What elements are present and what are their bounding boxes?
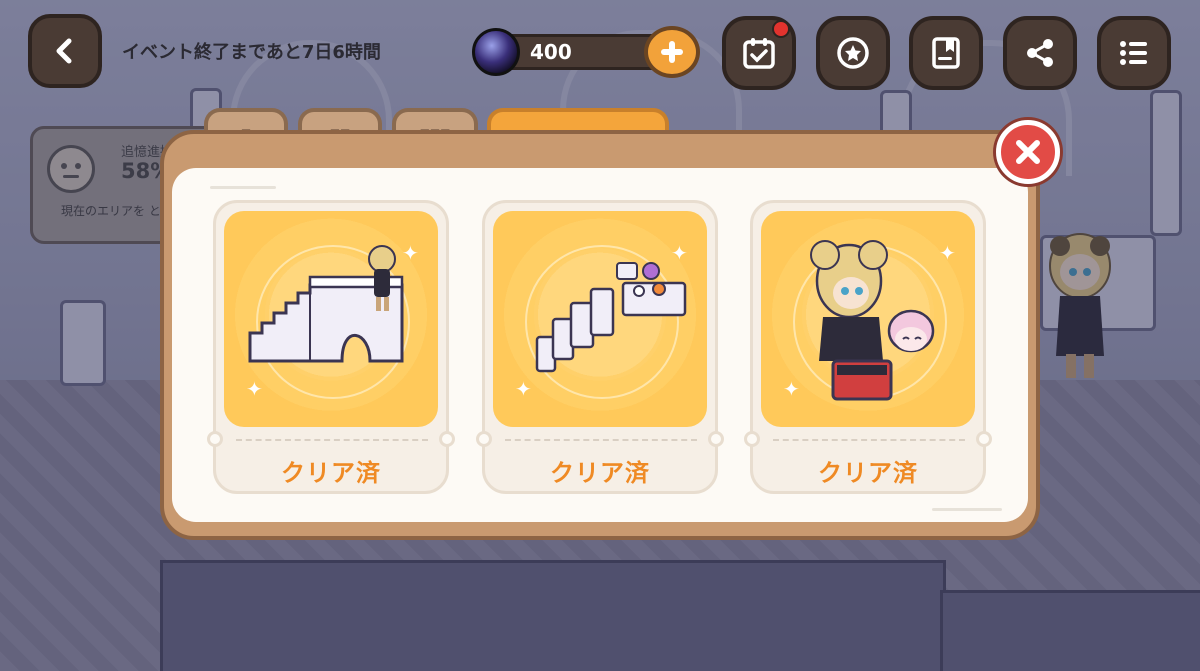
decor-line [210,186,276,189]
menu-button[interactable] [1097,16,1171,90]
mission-button[interactable] [722,16,796,90]
notification-dot [772,20,790,38]
sparkle-icon: ✦ [246,377,263,401]
currency-display: 400 [472,26,702,78]
stage-status: クリア済 [281,459,381,487]
card-notch [976,431,992,447]
card-notch [708,431,724,447]
sparkle-icon: ✦ [671,241,688,265]
gem-icon [472,28,520,76]
share-button[interactable] [1003,16,1077,90]
chevron-left-icon [56,38,72,64]
currency-amount: 400 [530,40,572,64]
sparkle-icon: ✦ [939,241,956,265]
card-notch [439,431,455,447]
stage-status: クリア済 [550,459,650,487]
event-timer: イベント終了まであと7日6時間 [122,42,381,63]
calendar-check-icon [743,38,775,69]
stage-card-1[interactable]: ✦ ✦ クリア済 [207,200,455,494]
close-button[interactable] [996,120,1060,184]
card-divider [773,439,965,441]
sparkle-icon: ✦ [783,377,800,401]
card-notch [476,431,492,447]
stage-card-3[interactable]: ✦ ✦ クリア済 [744,200,992,494]
share-icon [1027,39,1053,67]
book-icon [932,37,960,69]
list-icon [1120,41,1147,65]
add-currency-button[interactable] [644,26,700,78]
stage-card-2[interactable]: ✦ ✦ クリア済 [476,200,724,494]
decor-line [932,508,1002,511]
badge-star-icon [837,37,869,69]
sparkle-icon: ✦ [515,377,532,401]
card-divider [505,439,697,441]
sparkle-icon: ✦ [402,241,419,265]
card-notch [207,431,223,447]
card-notch [744,431,760,447]
card-divider [236,439,428,441]
back-button[interactable] [28,14,102,88]
stage-status: クリア済 [818,459,918,487]
close-icon [1016,140,1040,164]
achievement-button[interactable] [816,16,890,90]
plus-icon [661,41,683,63]
journal-button[interactable] [909,16,983,90]
game-screen: 追憶進捗 58% 現在のエリアを と、クリ イベント終了まであと7日6時間 40… [0,0,1200,671]
